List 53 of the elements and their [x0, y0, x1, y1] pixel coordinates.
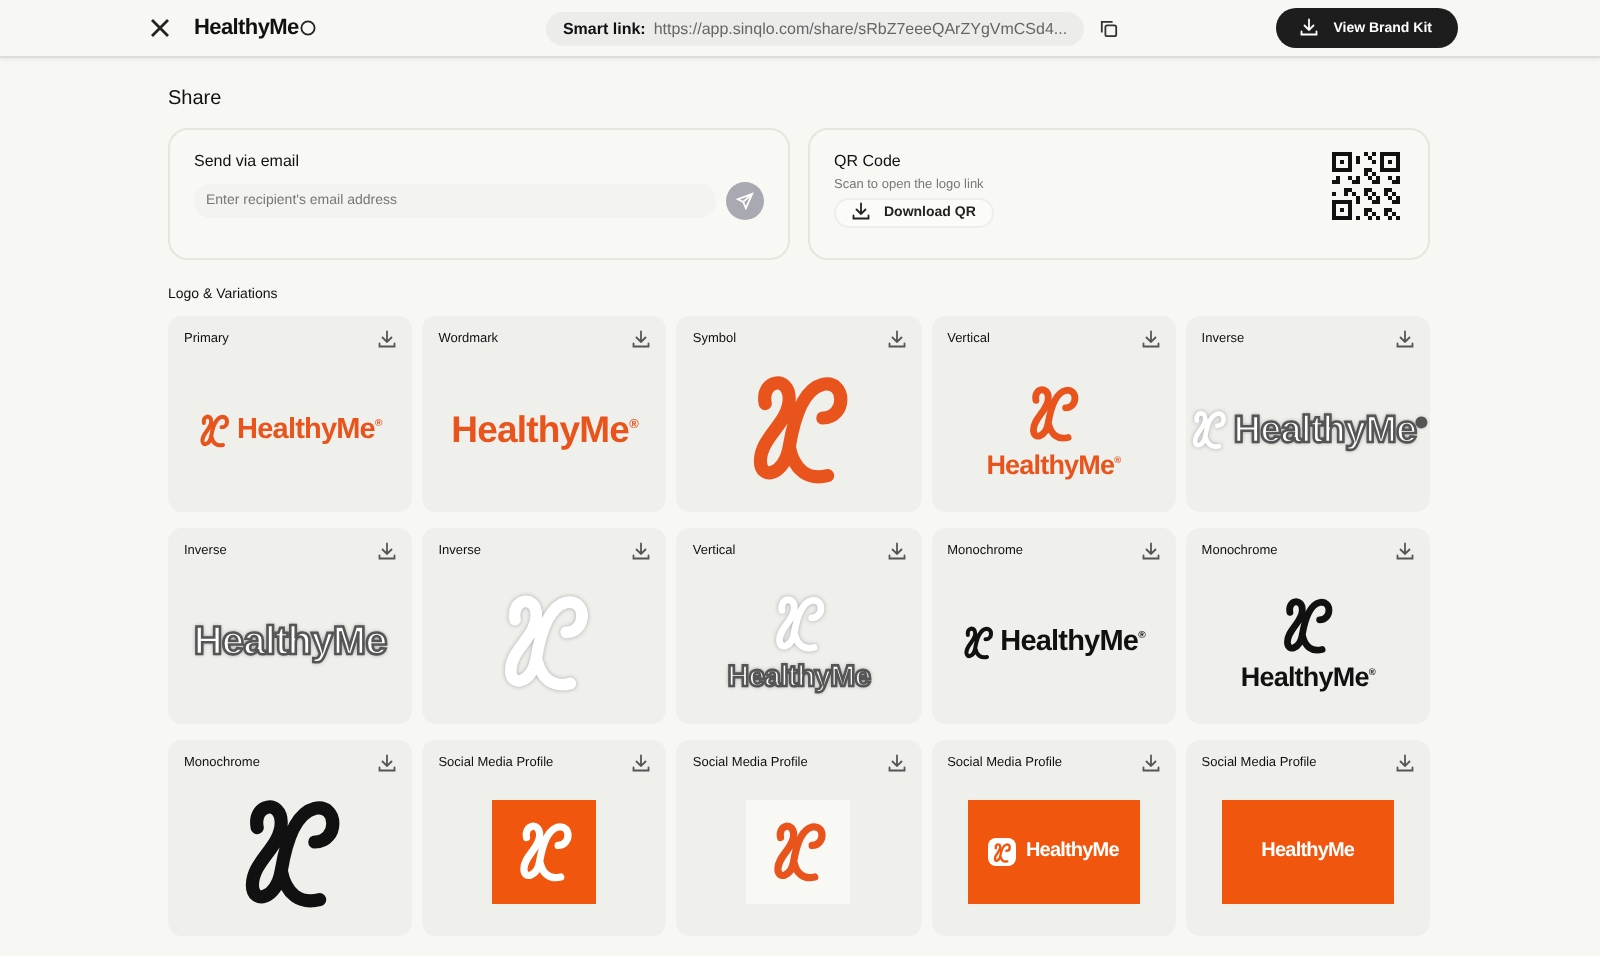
download-button[interactable]	[378, 542, 397, 560]
logo-wordmark: HealthyMe$^{®}$	[1000, 627, 1145, 657]
copy-icon[interactable]	[1099, 19, 1118, 37]
registered-icon	[300, 20, 317, 36]
card-title: QR Code	[834, 152, 903, 170]
download-button[interactable]	[887, 330, 906, 348]
download-button[interactable]	[1141, 330, 1160, 348]
send-icon	[736, 192, 754, 210]
download-icon	[887, 754, 906, 772]
download-icon	[378, 542, 397, 560]
brand-name: HealthyMe	[194, 16, 299, 40]
download-button[interactable]	[1395, 754, 1414, 772]
download-icon	[852, 202, 870, 220]
logo-wordmark: HealthyMe	[727, 662, 871, 692]
download-icon	[1395, 330, 1414, 348]
logo-wordmark: HealthyMe	[1025, 842, 1119, 862]
section-title: Share	[168, 88, 224, 110]
download-button[interactable]	[632, 330, 651, 348]
logo-wordmark: HealthyMe	[193, 622, 387, 662]
logo-symbol-icon	[515, 818, 574, 886]
download-icon	[378, 330, 397, 348]
download-button[interactable]	[1395, 542, 1414, 560]
app-icon	[987, 838, 1016, 866]
download-button[interactable]	[1395, 330, 1414, 348]
download-button[interactable]	[887, 754, 906, 772]
logo-wordmark: HealthyMe$^{®}$	[451, 411, 638, 449]
download-button[interactable]	[1141, 754, 1160, 772]
logo-symbol-icon	[770, 818, 828, 886]
download-icon	[632, 754, 651, 772]
download-button[interactable]	[378, 330, 397, 348]
download-button[interactable]	[887, 542, 906, 560]
download-icon	[887, 542, 906, 560]
download-button[interactable]	[632, 754, 651, 772]
logo-wordmark: HealthyMe$^{®}$	[1233, 411, 1426, 449]
smart-link-field[interactable]: Smart link: https://app.sinqlo.com/share/sRbZ7eeeQArZYgVmCSd4...	[546, 11, 1084, 45]
download-icon	[632, 542, 651, 560]
download-icon	[1141, 330, 1160, 348]
logo-wordmark: HealthyMe$^{®}$	[237, 415, 382, 445]
download-icon	[1299, 17, 1318, 35]
download-button[interactable]	[378, 754, 397, 772]
download-button[interactable]	[632, 542, 651, 560]
download-icon	[1395, 542, 1414, 560]
logo-wordmark: HealthyMe	[1261, 842, 1355, 862]
download-icon	[1141, 542, 1160, 560]
close-icon[interactable]	[150, 18, 170, 38]
download-icon	[887, 330, 906, 348]
download-icon	[1141, 754, 1160, 772]
download-icon	[378, 754, 397, 772]
card-title: Send via email	[194, 152, 301, 170]
download-icon	[1395, 754, 1414, 772]
download-button[interactable]	[1141, 542, 1160, 560]
download-icon	[632, 330, 651, 348]
qr-code-icon	[1332, 152, 1400, 220]
